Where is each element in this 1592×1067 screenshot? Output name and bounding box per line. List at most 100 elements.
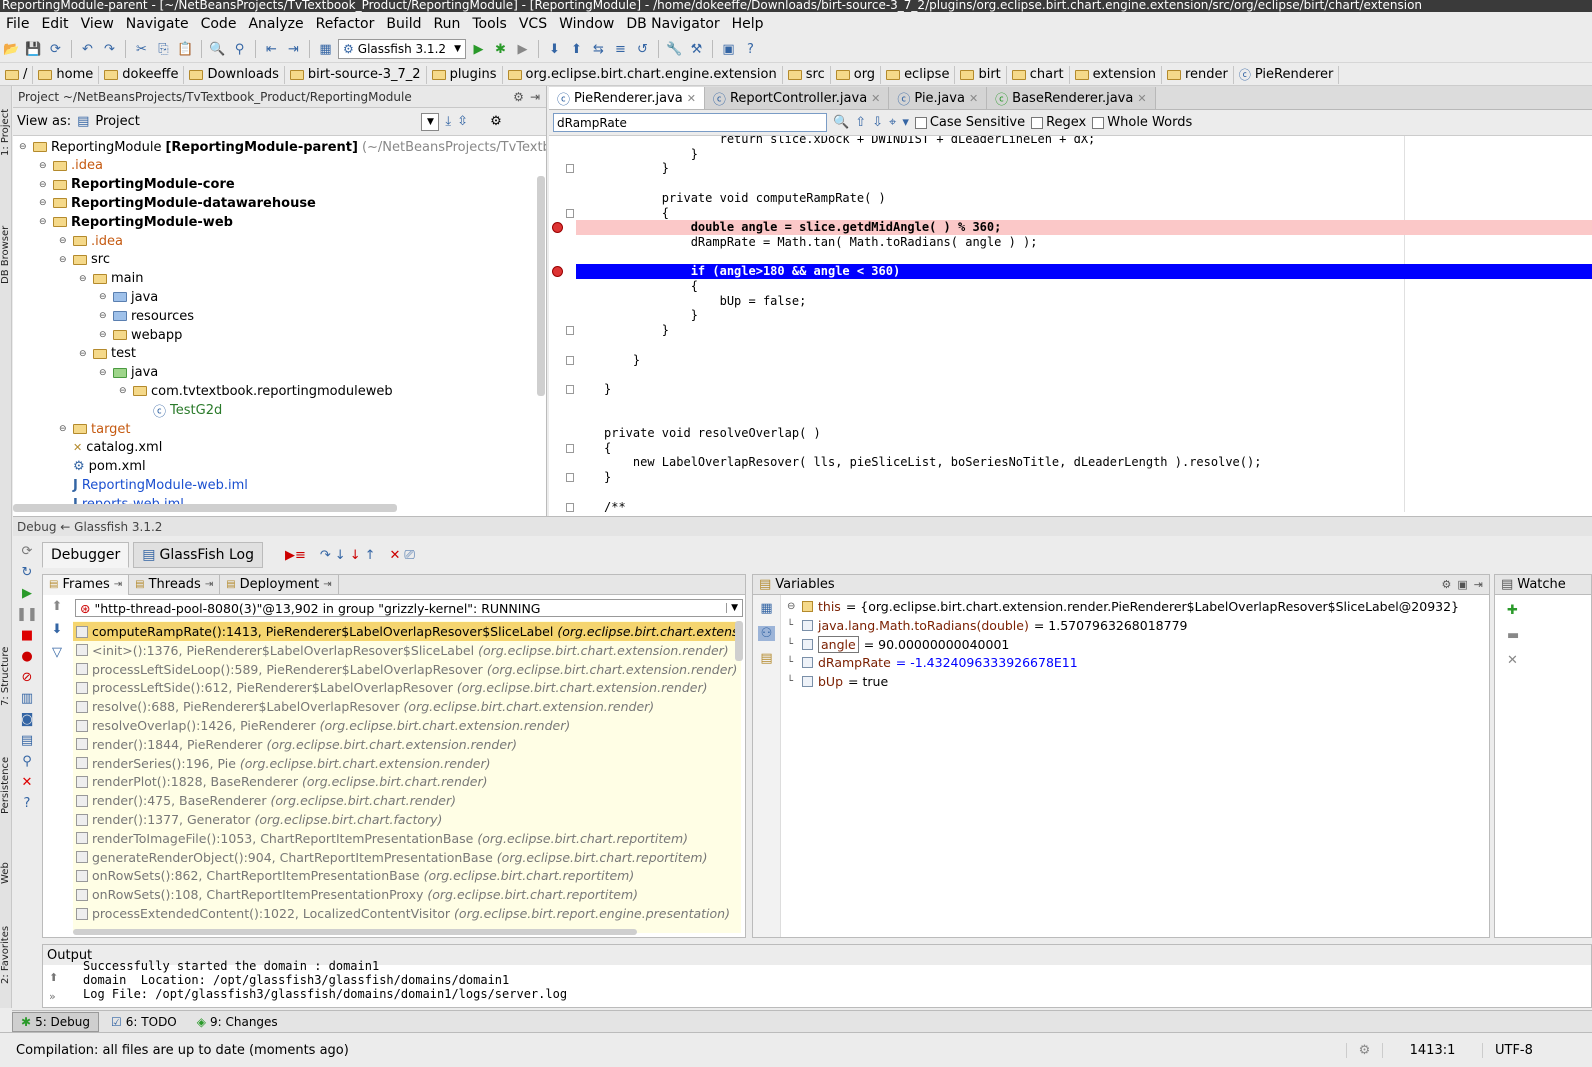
redo-icon[interactable]: ↷ (100, 40, 119, 59)
fold-marker-icon[interactable] (566, 384, 574, 394)
mute-breakpoints-icon[interactable]: ⊘ (22, 670, 33, 685)
file-encoding[interactable]: UTF-8 (1482, 1042, 1572, 1058)
caret-position[interactable]: 1413:1 (1382, 1042, 1482, 1058)
code-line[interactable]: private void resolveOverlap( ) (549, 426, 1592, 441)
project-structure-icon[interactable]: ⚒ (687, 40, 706, 59)
fold-marker-icon[interactable] (566, 355, 574, 365)
frame-row[interactable]: render():1844, PieRenderer (org.eclipse.b… (73, 735, 741, 754)
variables-hide-icon[interactable]: ⇥ (1474, 578, 1483, 591)
tree-node[interactable]: ⊖ target (59, 420, 131, 438)
subtab-pin-icon[interactable]: ⇥ (323, 579, 331, 590)
menu-item-vcs[interactable]: VCS (513, 16, 553, 32)
variables-settings-icon[interactable]: ⚙ (1442, 578, 1452, 591)
variable-row[interactable]: └ bUp = true (787, 672, 888, 691)
tree-node[interactable]: ⊖ resources (99, 307, 194, 325)
tree-node[interactable]: ⊖ .idea (39, 157, 103, 175)
tree-node[interactable]: ⓒ TestG2d (139, 401, 222, 420)
project-settings-icon[interactable]: ⚙ (490, 114, 502, 129)
pause-icon[interactable]: ❚❚ (16, 607, 38, 622)
sync-icon[interactable]: ⟳ (46, 40, 65, 59)
breadcrumb-item[interactable]: render (1162, 65, 1234, 84)
tree-node[interactable]: ⊖ webapp (99, 326, 182, 344)
add-watch-icon[interactable]: ✚ (1507, 603, 1579, 618)
breadcrumb-item[interactable]: / (0, 65, 34, 84)
code-line[interactable]: return slice.xDock + DWINDIST + dLeaderL… (549, 136, 1592, 147)
breadcrumb-item[interactable]: ⓒ PieRenderer (1234, 65, 1340, 84)
code-line[interactable]: private void computeRampRate( ) (549, 191, 1592, 206)
coverage-icon[interactable]: ▶ (513, 40, 532, 59)
tree-expand-icon[interactable]: ⊖ (39, 217, 49, 227)
tab-glassfish-log[interactable]: ▤ GlassFish Log (133, 542, 263, 568)
tree-node[interactable]: ⊖ java (99, 364, 158, 382)
code-line[interactable] (549, 367, 1592, 382)
menu-item-code[interactable]: Code (195, 16, 243, 32)
close-icon[interactable]: ✕ (969, 92, 978, 105)
view-breakpoints-icon[interactable]: ● (21, 649, 32, 664)
tree-node[interactable]: ⊖ ReportingModule-web (39, 213, 233, 231)
vcs-commit-icon[interactable]: ⬆ (567, 40, 586, 59)
whole-words-checkbox[interactable]: Whole Words (1092, 115, 1192, 130)
code-line[interactable]: new LabelOverlapResover( lls, pieSliceLi… (549, 455, 1592, 470)
fold-marker-icon[interactable] (566, 164, 574, 174)
fold-marker-icon[interactable] (566, 443, 574, 453)
frame-row[interactable]: renderToImageFile():1053, ChartReportIte… (73, 829, 741, 848)
tree-node[interactable]: ⊖ com.tvtextbook.reportingmoduleweb (119, 382, 393, 400)
frame-row[interactable]: renderSeries():196, Pie (org.eclipse.birt… (73, 754, 741, 773)
drop-frame-icon[interactable]: ✕ (390, 548, 401, 563)
search-history-icon[interactable]: 🔍 (833, 115, 849, 130)
tab-changes[interactable]: ◈ 9: Changes (189, 1013, 286, 1031)
tree-node[interactable]: ⊖ main (79, 270, 143, 288)
code-line[interactable]: } (549, 353, 1592, 368)
tree-vertical-scrollbar[interactable] (537, 176, 545, 396)
tree-expand-icon[interactable]: ⊖ (59, 424, 69, 434)
db-browser-tool-tab[interactable]: DB Browser (0, 204, 12, 284)
frames-filter-icon[interactable]: ▽ (52, 645, 62, 660)
subtab-frames[interactable]: ▤ Frames ⇥ (43, 574, 130, 595)
code-line[interactable]: } (549, 161, 1592, 176)
breadcrumb-item[interactable]: eclipse (881, 65, 956, 84)
menu-item-view[interactable]: View (75, 16, 120, 32)
tree-node[interactable]: ⊖ ReportingModule [ReportingModule-parent]… (19, 138, 546, 156)
breadcrumb-item[interactable]: birt-source-3_7_2 (285, 65, 427, 84)
tree-node[interactable]: ⚙ pom.xml (59, 458, 146, 476)
tab-debugger[interactable]: Debugger (42, 542, 130, 568)
close-debug-icon[interactable]: ✕ (22, 775, 33, 790)
frame-row[interactable]: processLeftSideLoop():589, PieRenderer$L… (73, 660, 741, 679)
settings-icon[interactable]: 🔧 (665, 40, 684, 59)
stop-icon[interactable]: ■ (21, 628, 33, 643)
code-line[interactable] (549, 411, 1592, 426)
status-settings-icon[interactable]: ⚙ (1346, 1042, 1382, 1058)
breadcrumb-item[interactable]: birt (955, 65, 1007, 84)
vcs-history-icon[interactable]: ≡ (611, 40, 630, 59)
resume-icon[interactable]: ▶ (22, 586, 32, 601)
fold-marker-icon[interactable] (566, 326, 574, 336)
code-line[interactable]: } (549, 470, 1592, 485)
copy-icon[interactable]: ⎘ (154, 40, 173, 59)
variable-row[interactable]: ⊖ this = {org.eclipse.birt.chart.extensio… (787, 597, 1459, 616)
close-icon[interactable]: ✕ (1137, 92, 1146, 105)
code-line[interactable]: /** (549, 500, 1592, 512)
variable-row[interactable]: └ angle = 90.00000000040001 (787, 635, 1009, 654)
tree-expand-icon[interactable]: ⊖ (39, 198, 49, 208)
variables-restore-icon[interactable]: ▣ (1457, 578, 1467, 591)
scroll-up-icon[interactable]: ⬆ (49, 971, 58, 984)
frame-row[interactable]: processExtendedContent():1022, Localized… (73, 904, 741, 923)
step-over-icon[interactable]: ↷ (320, 548, 331, 563)
variable-row[interactable]: └ dRampRate = -1.4324096333926678E11 (787, 653, 1078, 672)
get-thread-dump-icon[interactable]: ▥ (21, 691, 33, 706)
persistence-tool-tab[interactable]: Persistence (0, 734, 12, 814)
panel-hide-icon[interactable]: ⇥ (530, 90, 540, 104)
tree-expand-icon[interactable]: ⊖ (59, 255, 69, 265)
frame-down-icon[interactable]: ⬇ (52, 622, 63, 637)
subtab-deployment[interactable]: ▤ Deployment ⇥ (220, 574, 339, 595)
evaluate-expression-icon[interactable]: ⎚ (404, 548, 414, 563)
debug-help-icon[interactable]: ? (24, 796, 31, 811)
code-line[interactable] (549, 176, 1592, 191)
code-line[interactable] (549, 485, 1592, 500)
tab-debug[interactable]: ✱ 5: Debug (12, 1011, 100, 1032)
breadcrumb-item[interactable]: org (831, 65, 882, 84)
tree-node[interactable]: ⊖ test (79, 345, 136, 363)
run-configuration-select[interactable]: ⚙ Glassfish 3.1.2 ▼ (338, 39, 466, 59)
thread-select[interactable]: ⊛ "http-thread-pool-8080(3)"@13,902 in g… (75, 599, 743, 617)
view-as-dropdown-icon[interactable]: ▼ (421, 112, 440, 131)
